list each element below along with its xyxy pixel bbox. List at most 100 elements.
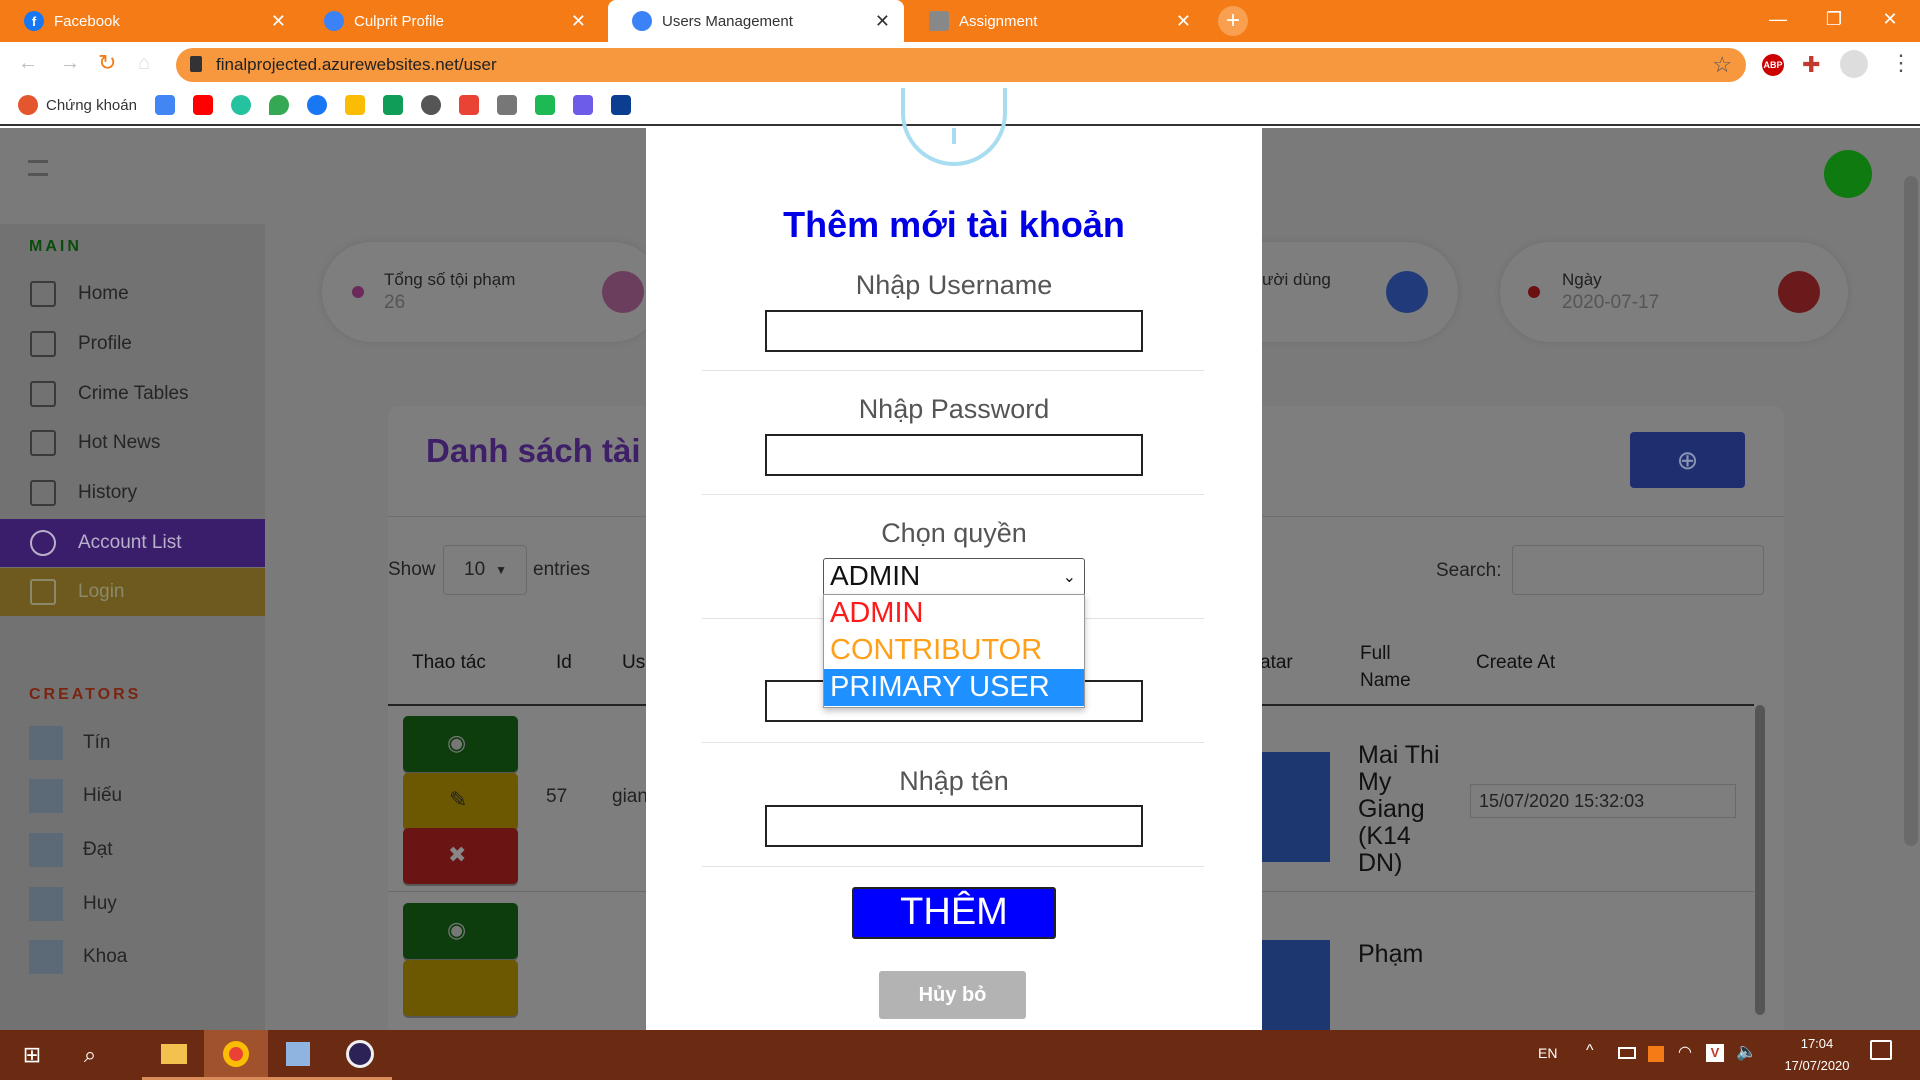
restore-button[interactable]: ❐ [1806, 0, 1862, 38]
home-icon[interactable]: ⌂ [138, 52, 150, 75]
column-header[interactable]: Thao tác [412, 652, 486, 674]
windows-start-icon[interactable]: ⊞ [0, 1030, 64, 1080]
maps-icon[interactable] [268, 95, 289, 115]
username-input[interactable] [765, 310, 1143, 352]
search-input[interactable] [1512, 545, 1764, 595]
submit-button[interactable]: THÊM [852, 887, 1056, 939]
tab-users-management[interactable]: Users Management ✕ [608, 0, 904, 42]
edit-button[interactable]: ✎ [403, 773, 518, 829]
language-indicator[interactable]: EN [1538, 1045, 1557, 1061]
sidebar-item-account-list[interactable]: Account List [0, 519, 265, 567]
column-header[interactable]: atar [1260, 652, 1293, 674]
bookmark-chung-khoan[interactable]: Chứng khoán [18, 95, 137, 115]
speed-icon[interactable] [420, 95, 441, 115]
sidebar-item-history[interactable]: History [0, 469, 265, 517]
avatar [1262, 752, 1330, 862]
translate-icon[interactable] [154, 95, 175, 115]
virtualbox-icon[interactable] [266, 1030, 330, 1080]
check-icon[interactable] [230, 95, 251, 115]
database-icon [30, 530, 56, 556]
column-header[interactable]: Us [622, 652, 645, 674]
chart-icon [30, 331, 56, 357]
profile-avatar[interactable] [1840, 50, 1868, 78]
role-option-contributor[interactable]: CONTRIBUTOR [824, 632, 1084, 669]
sidebar-item-crime-tables[interactable]: Crime Tables [0, 370, 265, 418]
close-icon[interactable]: ✕ [875, 11, 890, 32]
name-input[interactable] [765, 805, 1143, 847]
battery-icon[interactable] [1618, 1047, 1636, 1059]
tab-facebook[interactable]: f Facebook ✕ [0, 0, 300, 42]
column-header[interactable]: Full Name [1360, 640, 1440, 694]
role-option-primary-user[interactable]: PRIMARY USER [824, 669, 1084, 706]
new-tab-button[interactable]: + [1218, 6, 1248, 36]
table-scrollbar[interactable] [1755, 705, 1765, 1015]
eclipse-icon[interactable] [328, 1030, 392, 1080]
search-icon[interactable]: ⌕ [58, 1030, 122, 1080]
history-icon [30, 480, 56, 506]
hamburger-icon[interactable] [28, 160, 48, 176]
chrome-icon[interactable] [204, 1030, 268, 1080]
forward-icon[interactable]: → [60, 52, 80, 75]
extensions-icon[interactable]: ✚ [1802, 52, 1820, 78]
gmail-icon[interactable] [458, 95, 479, 115]
sidebar-item-hot-news[interactable]: Hot News [0, 419, 265, 467]
creator-item[interactable]: Đạt [29, 833, 113, 867]
role-option-admin[interactable]: ADMIN [824, 595, 1084, 632]
cell-created-at[interactable]: 15/07/2020 15:32:03 [1470, 784, 1736, 818]
creator-item[interactable]: Hiếu [29, 779, 122, 813]
cancel-button[interactable]: Hủy bỏ [879, 971, 1026, 1019]
tab-culprit-profile[interactable]: Culprit Profile ✕ [300, 0, 600, 42]
discord-icon[interactable] [572, 95, 593, 115]
facebook-icon[interactable] [306, 95, 327, 115]
chevron-up-icon[interactable]: ^ [1586, 1042, 1594, 1060]
page-scrollbar[interactable] [1904, 176, 1918, 846]
creator-item[interactable]: Khoa [29, 940, 127, 974]
tray-v-icon[interactable]: V [1706, 1044, 1724, 1062]
creator-item[interactable]: Huy [29, 887, 117, 921]
entries-select[interactable]: 10 ▼ [443, 545, 527, 595]
youtube-icon[interactable] [192, 95, 213, 115]
sidebar-item-home[interactable]: Home [0, 270, 265, 318]
add-account-button[interactable]: ⊕ [1630, 432, 1745, 488]
volume-icon[interactable]: 🔈 [1736, 1042, 1757, 1062]
close-icon[interactable]: ✕ [571, 11, 586, 32]
column-header[interactable]: Id [556, 652, 572, 674]
user-avatar[interactable] [1824, 150, 1872, 198]
reload-icon[interactable]: ↻ [98, 50, 116, 76]
star-icon[interactable]: ☆ [1712, 52, 1732, 78]
role-select[interactable]: ADMIN ⌄ [823, 558, 1085, 596]
info-icon-stem [952, 128, 956, 144]
add-account-modal: Thêm mới tài khoản Nhập Username Nhập Pa… [646, 88, 1262, 1030]
ae-icon[interactable] [534, 95, 555, 115]
clock-date[interactable]: 17/07/2020 [1774, 1058, 1860, 1073]
calculator-icon[interactable] [496, 95, 517, 115]
tab-label: Users Management [662, 12, 793, 30]
back-icon[interactable]: ← [18, 52, 38, 75]
view-button[interactable]: ◉ [403, 716, 518, 772]
photos-icon[interactable] [344, 95, 365, 115]
view-button[interactable]: ◉ [403, 903, 518, 959]
wifi-icon[interactable]: ◠ [1678, 1042, 1692, 1062]
close-icon[interactable]: ✕ [271, 11, 286, 32]
column-header[interactable]: Create At [1476, 652, 1555, 674]
drive-icon[interactable] [382, 95, 403, 115]
adblock-icon[interactable]: ABP [1762, 54, 1784, 76]
address-bar[interactable]: finalprojected.azurewebsites.net/user ☆ [176, 48, 1746, 82]
notification-icon[interactable] [1870, 1040, 1892, 1060]
sidebar-item-login[interactable]: Login [0, 568, 265, 616]
clock-time[interactable]: 17:04 [1782, 1036, 1852, 1051]
azure-icon[interactable] [610, 95, 631, 115]
close-window-button[interactable]: ✕ [1862, 0, 1918, 38]
app-tray-icon[interactable] [1648, 1046, 1664, 1062]
tab-assignment[interactable]: Assignment ✕ [905, 0, 1205, 42]
user-icon [602, 271, 644, 313]
creator-item[interactable]: Tín [29, 726, 110, 760]
sidebar-item-profile[interactable]: Profile [0, 320, 265, 368]
minimize-button[interactable]: — [1750, 0, 1806, 38]
edit-button[interactable] [403, 960, 518, 1016]
menu-icon[interactable]: ⋮ [1890, 50, 1912, 76]
close-icon[interactable]: ✕ [1176, 11, 1191, 32]
delete-button[interactable]: ✖ [403, 828, 518, 884]
password-input[interactable] [765, 434, 1143, 476]
file-explorer-icon[interactable] [142, 1030, 206, 1080]
